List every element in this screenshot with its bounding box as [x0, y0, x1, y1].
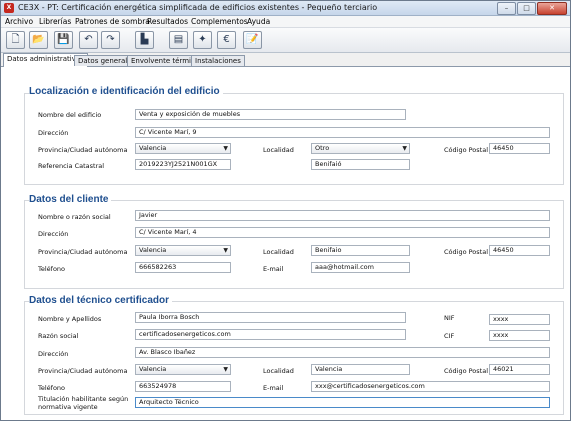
technician-cif-input[interactable]: xxxx [489, 330, 550, 341]
window-title: CE3X - PT: Certificación energética simp… [18, 3, 378, 12]
maximize-button[interactable]: □ [517, 2, 536, 15]
close-button[interactable]: ✕ [537, 2, 567, 15]
form-content: Localización e identificación del edific… [1, 67, 570, 420]
client-province-select[interactable]: Valencia ▼ [135, 245, 231, 256]
client-phone-label: Teléfono [38, 265, 66, 273]
technician-company-input[interactable]: certificadosenergeticos.com [135, 329, 406, 340]
cadastral-ref-label: Referencia Catastral [38, 162, 105, 170]
chevron-down-icon: ▼ [402, 145, 407, 152]
location-address-label: Dirección [38, 129, 69, 137]
technician-email-input[interactable]: xxx@certificadosenergeticos.com [311, 381, 550, 392]
technician-phone-label: Teléfono [38, 384, 66, 392]
location-locality-value: Otro [315, 144, 330, 152]
technician-name-input[interactable]: Paula Iborra Bosch [135, 312, 406, 323]
wand-icon[interactable]: ✦ [193, 31, 212, 49]
cadastral-ref-input[interactable]: 2019223YJ2521N001GX [135, 159, 231, 170]
building-icon[interactable]: ▙ [135, 31, 154, 49]
section-title-client: Datos del cliente [29, 194, 112, 205]
menu-librerias[interactable]: Librerías [39, 17, 71, 26]
technician-province-value: Valencia [139, 365, 167, 373]
technician-nif-input[interactable]: xxxx [489, 314, 550, 325]
tab-bar: Datos administrativos Datos generales En… [1, 53, 570, 67]
technician-postal-code-label: Código Postal [444, 367, 489, 375]
stats-icon[interactable]: ▤ [169, 31, 188, 49]
menu-bar: Archivo Librerías Patrones de sombra Res… [1, 16, 570, 28]
undo-icon[interactable]: ↶ [79, 31, 98, 49]
location-province-label: Provincia/Ciudad autónoma [38, 146, 128, 154]
client-postal-code-input[interactable]: 46450 [489, 245, 550, 256]
technician-address-input[interactable]: Av. Blasco Ibañez [135, 347, 550, 358]
client-address-label: Dirección [38, 230, 69, 238]
menu-resultados[interactable]: Resultados [147, 17, 188, 26]
new-document-icon[interactable]: 🗋 [6, 31, 25, 49]
title-bar: X CE3X - PT: Certificación energética si… [1, 1, 570, 16]
technician-nif-label: NIF [444, 314, 455, 322]
qualification-label-line2: normativa vigente [38, 403, 98, 411]
location-locality-select[interactable]: Otro ▼ [311, 143, 410, 154]
location-section [24, 93, 564, 185]
client-email-label: E-mail [263, 265, 284, 273]
locality-other-input[interactable]: Benifaió [311, 159, 410, 170]
client-locality-label: Localidad [263, 248, 294, 256]
menu-archivo[interactable]: Archivo [5, 17, 33, 26]
qualification-input[interactable]: Arquitecto Técnico [135, 397, 550, 408]
minimize-button[interactable]: – [497, 2, 516, 15]
client-province-value: Valencia [139, 246, 167, 254]
technician-phone-input[interactable]: 663524978 [135, 381, 231, 392]
section-title-location: Localización e identificación del edific… [29, 86, 223, 97]
redo-icon[interactable]: ↷ [101, 31, 120, 49]
technician-email-label: E-mail [263, 384, 284, 392]
client-email-input[interactable]: aaa@hotmail.com [311, 262, 410, 273]
building-name-input[interactable]: Venta y exposición de muebles [135, 109, 406, 120]
technician-postal-code-input[interactable]: 46021 [489, 364, 550, 375]
section-title-technician: Datos del técnico certificador [29, 295, 173, 306]
technician-cif-label: CIF [444, 332, 455, 340]
save-icon[interactable]: 💾 [54, 31, 73, 49]
client-province-label: Provincia/Ciudad autónoma [38, 248, 128, 256]
client-phone-input[interactable]: 666582263 [135, 262, 231, 273]
qualification-label-line1: Titulación habilitante según [38, 395, 129, 403]
location-postal-code-label: Código Postal [444, 146, 489, 154]
notes-icon[interactable]: 📝 [243, 31, 262, 49]
technician-name-label: Nombre y Apellidos [38, 315, 102, 323]
location-province-select[interactable]: Valencia ▼ [135, 143, 231, 154]
location-postal-code-input[interactable]: 46450 [489, 143, 550, 154]
location-address-input[interactable]: C/ Vicente Marí, 9 [135, 127, 550, 138]
app-icon: X [4, 3, 14, 13]
chevron-down-icon: ▼ [223, 366, 228, 373]
chevron-down-icon: ▼ [223, 247, 228, 254]
open-folder-icon[interactable]: 📂 [29, 31, 48, 49]
client-name-label: Nombre o razón social [38, 213, 111, 221]
menu-ayuda[interactable]: Ayuda [247, 17, 270, 26]
client-address-input[interactable]: C/ Vicente Marí, 4 [135, 227, 550, 238]
toolbar: 🗋 📂 💾 ↶ ↷ ▙ ▤ ✦ € 📝 [1, 28, 570, 53]
building-name-label: Nombre del edificio [38, 111, 102, 119]
technician-province-select[interactable]: Valencia ▼ [135, 364, 231, 375]
technician-locality-input[interactable]: Valencia [311, 364, 410, 375]
technician-province-label: Provincia/Ciudad autónoma [38, 367, 128, 375]
client-postal-code-label: Código Postal [444, 248, 489, 256]
client-locality-input[interactable]: Benifaio [311, 245, 410, 256]
client-name-input[interactable]: Javier [135, 210, 550, 221]
location-province-value: Valencia [139, 144, 167, 152]
location-locality-label: Localidad [263, 146, 294, 154]
menu-complementos[interactable]: Complementos [191, 17, 248, 26]
technician-address-label: Dirección [38, 350, 69, 358]
technician-locality-label: Localidad [263, 367, 294, 375]
chevron-down-icon: ▼ [223, 145, 228, 152]
euro-icon[interactable]: € [217, 31, 236, 49]
menu-patrones-de-sombra[interactable]: Patrones de sombra [75, 17, 150, 26]
application-window: X CE3X - PT: Certificación energética si… [0, 0, 571, 421]
technician-company-label: Razón social [38, 332, 79, 340]
tab-instalaciones[interactable]: Instalaciones [191, 55, 245, 66]
